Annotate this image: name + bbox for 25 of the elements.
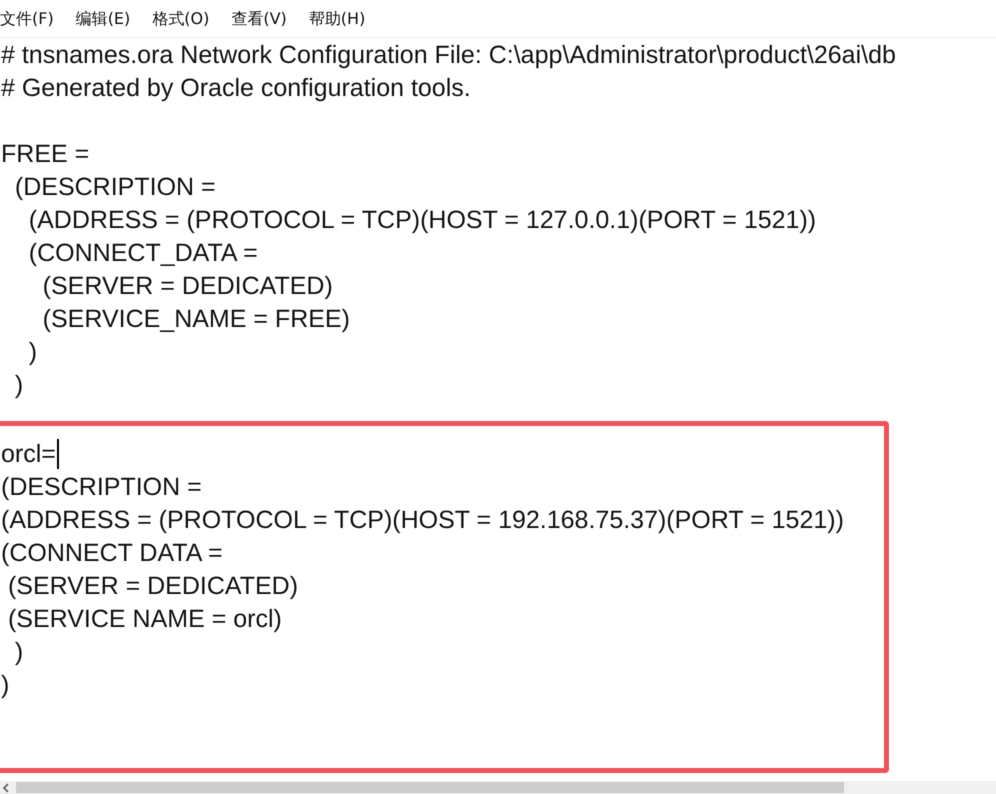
text-line: (ADDRESS = (PROTOCOL = TCP)(HOST = 127.0.0.1)(PORT = 1521)): [28, 204, 816, 234]
text-line: (DESCRIPTION =: [1, 472, 202, 502]
text-line: (SERVICE NAME = orcl): [6, 604, 282, 634]
text-line: ): [1, 670, 10, 700]
text-line: (DESCRIPTION =: [14, 172, 216, 202]
text-line: ): [28, 336, 38, 366]
menu-item[interactable]: 格式(O): [152, 8, 210, 28]
text-line: (SERVER = DEDICATED): [6, 570, 298, 600]
text-line: (SERVICE_NAME = FREE): [42, 304, 350, 334]
scrollbar-thumb[interactable]: [16, 782, 844, 793]
text-line: (CONNECT_DATA =: [28, 238, 258, 268]
text-line: (ADDRESS = (PROTOCOL = TCP)(HOST = 192.168.75.37)(PORT = 1521)): [1, 504, 844, 534]
horizontal-scrollbar[interactable]: [0, 781, 996, 794]
text-line: (SERVER = DEDICATED): [42, 270, 333, 300]
text-line: ): [14, 636, 24, 666]
menu-item[interactable]: 编辑(E): [76, 8, 130, 28]
menu-item[interactable]: 文件(F): [0, 8, 54, 28]
text-line: # Generated by Oracle configuration tools.: [1, 72, 471, 102]
menu-item[interactable]: 帮助(H): [308, 8, 366, 28]
text-line: ): [14, 370, 24, 400]
text-line: (CONNECT DATA =: [1, 538, 223, 568]
text-line: # tnsnames.ora Network Configuration File: C:\app\Administrator\product\26ai\db: [1, 40, 896, 70]
menu-item[interactable]: 查看(V): [231, 8, 287, 28]
text-line: FREE =: [1, 138, 90, 168]
text-line: orcl=: [1, 438, 56, 468]
